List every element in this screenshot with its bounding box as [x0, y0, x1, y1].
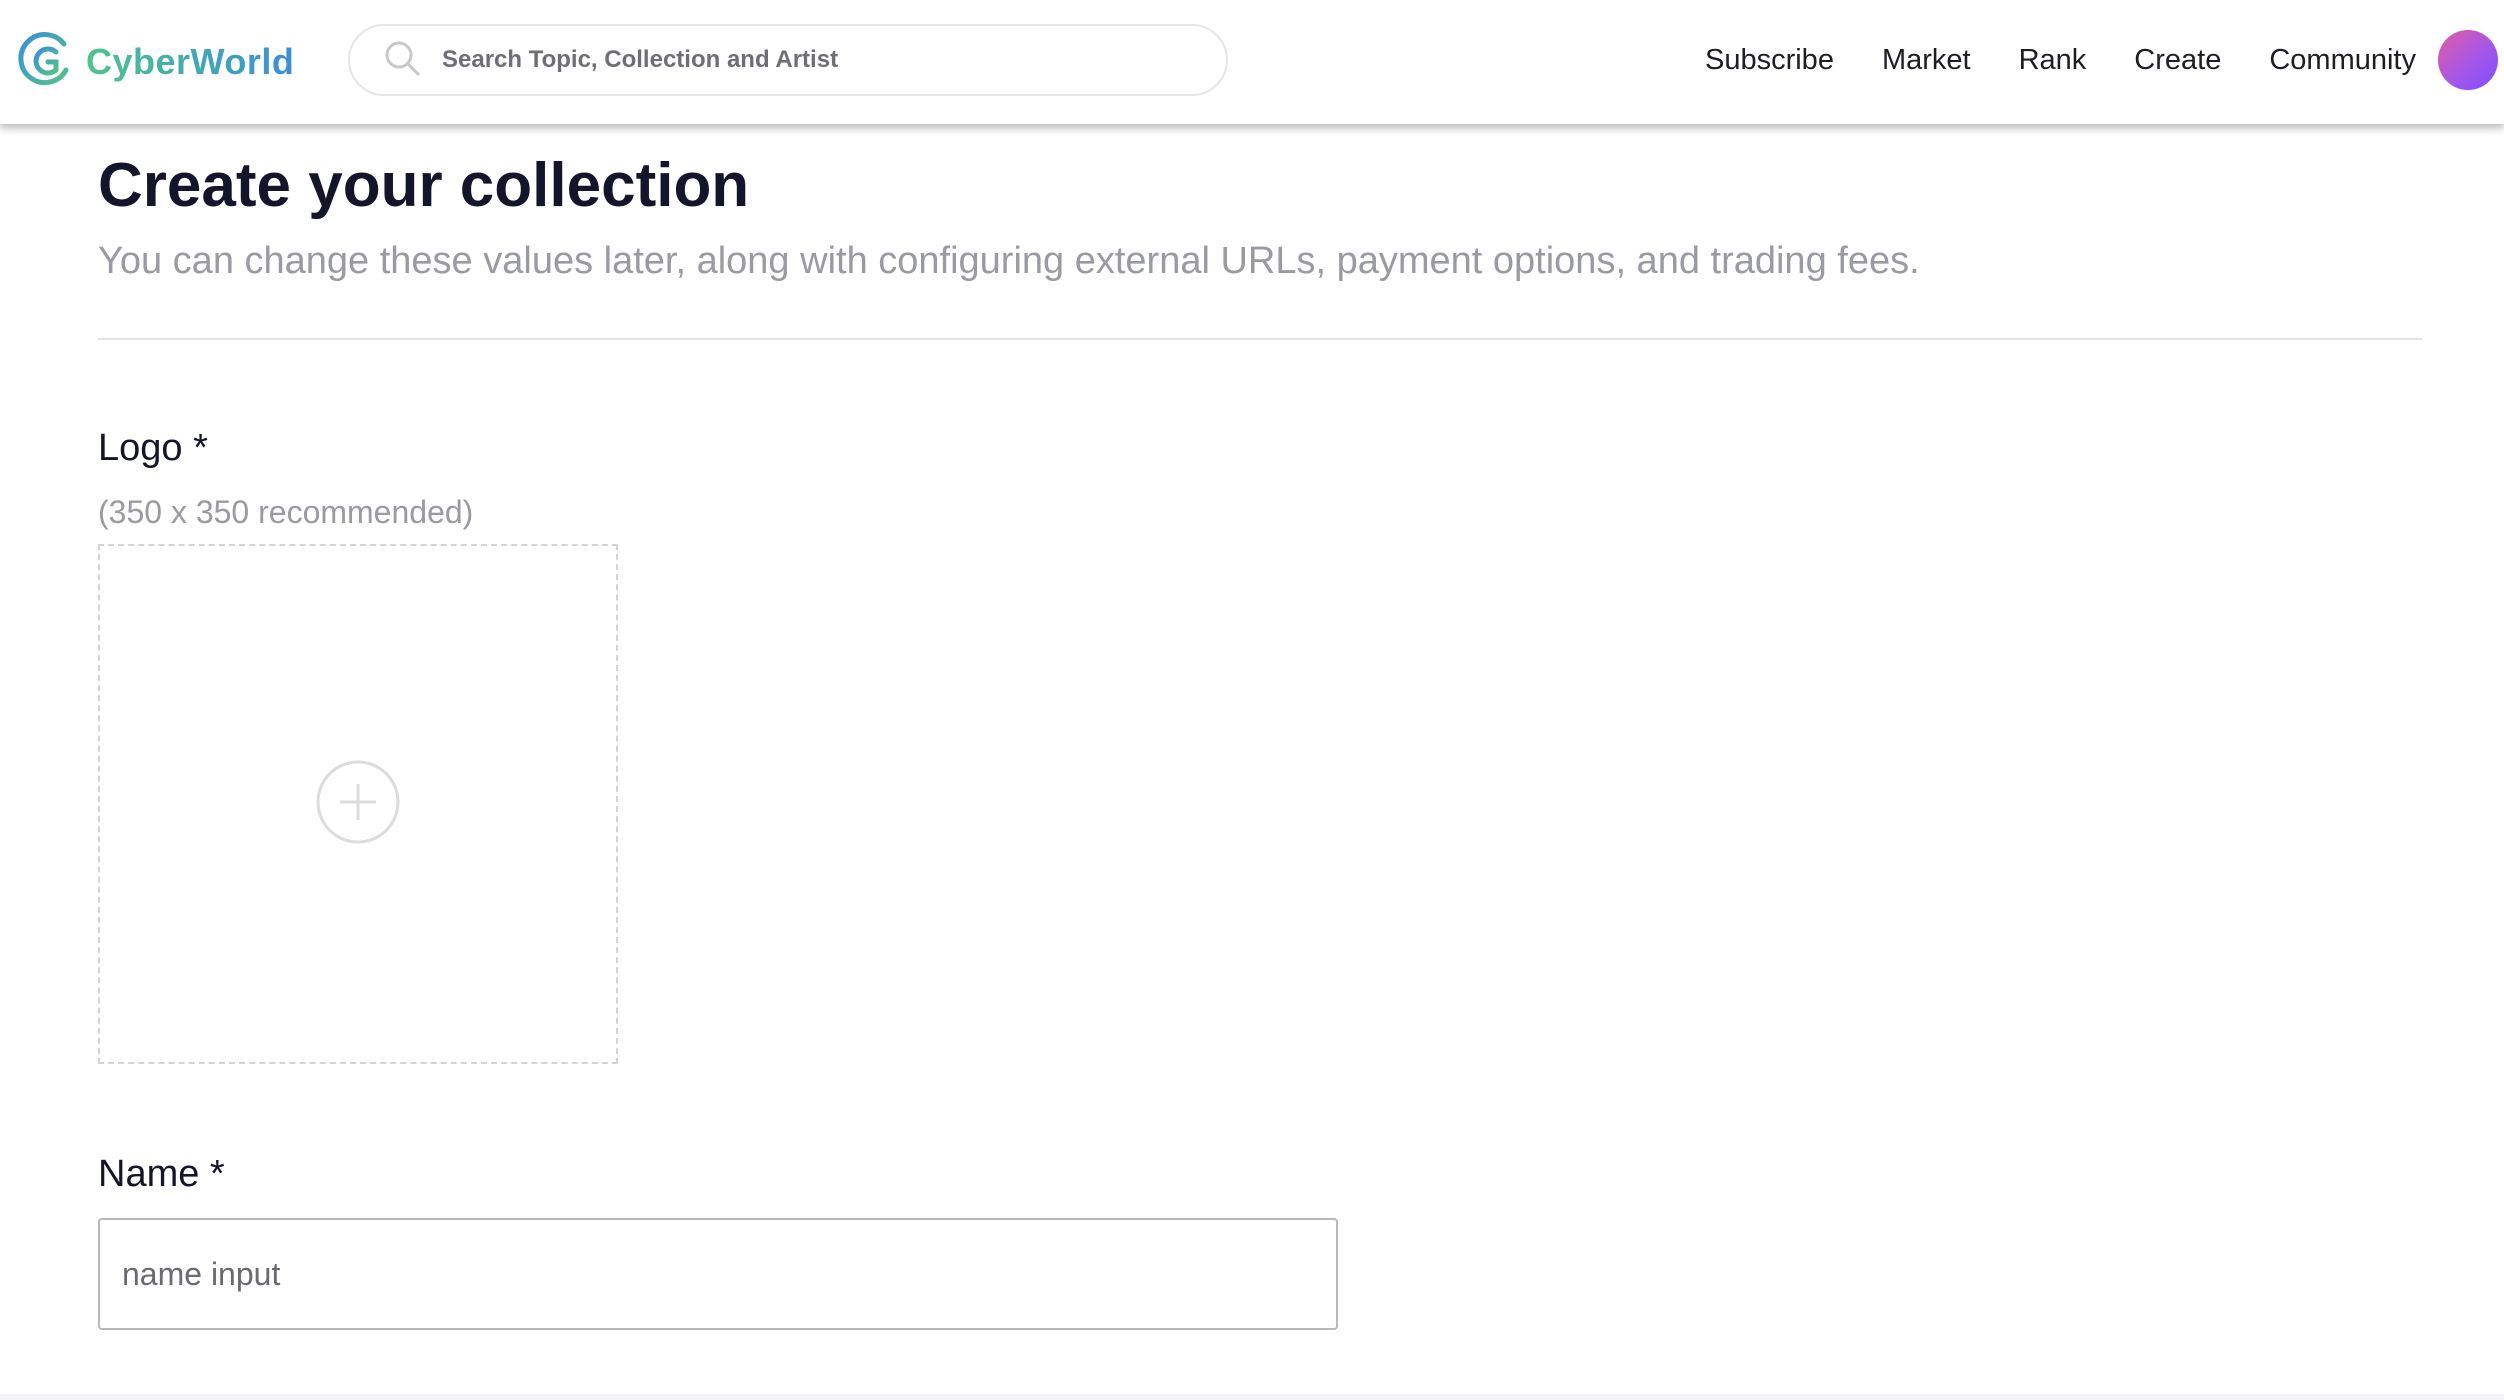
bottom-edge [0, 1394, 2504, 1400]
logo-label: Logo * [98, 427, 208, 469]
divider [98, 338, 2422, 340]
cyberworld-logo-icon [16, 30, 76, 95]
create-collection-page: Create your collection You can change th… [98, 124, 2422, 1330]
page-subtitle: You can change these values later, along… [98, 240, 1920, 282]
nav-create[interactable]: Create [2134, 44, 2221, 77]
search-input[interactable] [442, 46, 1162, 74]
brand-logo[interactable]: CyberWorld [16, 30, 294, 94]
main-nav: Subscribe Market Rank Create Community [1657, 40, 2416, 80]
search-icon [382, 38, 422, 83]
name-label: Name * [98, 1153, 225, 1195]
avatar[interactable] [2438, 30, 2498, 90]
nav-rank[interactable]: Rank [2019, 44, 2087, 77]
search-bar[interactable] [348, 24, 1228, 96]
brand-name: CyberWorld [86, 41, 295, 82]
top-header: CyberWorld Subscribe Market Rank Create … [0, 0, 2504, 124]
page-title: Create your collection [98, 151, 750, 220]
nav-subscribe[interactable]: Subscribe [1705, 44, 1834, 77]
nav-market[interactable]: Market [1882, 44, 1971, 77]
logo-size-hint: (350 x 350 recommended) [98, 494, 474, 530]
logo-upload-area[interactable] [98, 544, 618, 1064]
plus-circle-icon [314, 758, 402, 851]
nav-community[interactable]: Community [2269, 44, 2416, 77]
name-input[interactable] [98, 1218, 1338, 1330]
